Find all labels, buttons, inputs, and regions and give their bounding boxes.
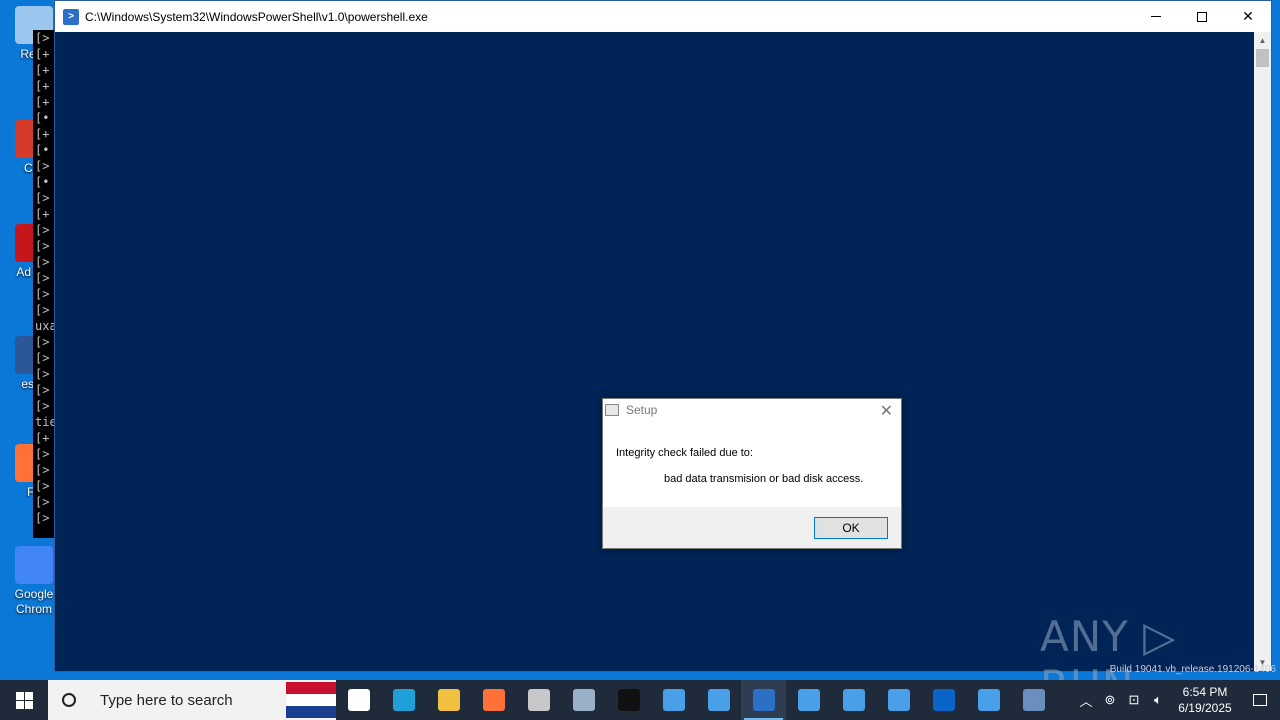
meet-now-icon[interactable]: ⊚ — [1098, 692, 1122, 708]
powershell-icon: > — [63, 8, 79, 25]
dialog-footer: OK — [603, 507, 901, 548]
window-icon — [842, 689, 865, 711]
outlook-icon — [932, 689, 955, 711]
taskbar-app-button[interactable] — [426, 680, 471, 720]
minimize-button[interactable] — [1133, 1, 1179, 32]
minimize-icon — [1151, 16, 1161, 17]
taskbar: Type here to search ︿ ⊚ ⊡ 🔈︎ 6:54 PM 6/1… — [0, 680, 1280, 720]
window-icon — [707, 689, 730, 711]
taskbar-app-button[interactable] — [651, 680, 696, 720]
close-button[interactable]: ✕ — [1225, 1, 1271, 32]
powershell-icon — [752, 689, 775, 711]
file-explorer-icon — [437, 689, 460, 711]
dialog-close-icon[interactable]: ✕ — [880, 401, 893, 421]
powershell-titlebar[interactable]: > C:\Windows\System32\WindowsPowerShell\… — [55, 1, 1271, 32]
desktop: RecyCClAd AcrestblFirGoogle Chrom [>[+[+… — [0, 0, 1280, 680]
window-icon — [662, 689, 685, 711]
maximize-icon — [1197, 11, 1207, 22]
taskbar-app-button[interactable] — [696, 680, 741, 720]
taskbar-app-button[interactable] — [921, 680, 966, 720]
dialog-titlebar[interactable]: Setup ✕ — [603, 399, 901, 421]
taskbar-app-button[interactable] — [606, 680, 651, 720]
clock[interactable]: 6:54 PM 6/19/2025 — [1170, 684, 1240, 716]
taskbar-app-button[interactable] — [741, 680, 786, 720]
cmd-icon — [617, 689, 640, 711]
taskbar-app-button[interactable] — [876, 680, 921, 720]
search-icon — [62, 693, 76, 707]
taskbar-app-button[interactable] — [381, 680, 426, 720]
setup-icon — [605, 404, 619, 416]
window-title: C:\Windows\System32\WindowsPowerShell\v1… — [85, 9, 428, 24]
notifications-button[interactable] — [1240, 680, 1280, 720]
ok-button[interactable]: OK — [814, 517, 888, 539]
close-icon: ✕ — [1242, 8, 1254, 24]
installer-icon — [1022, 689, 1045, 711]
window-icon — [977, 689, 1000, 711]
build-string: Build 19041.vb_release.191206-1406 — [1109, 664, 1276, 675]
scroll-thumb[interactable] — [1256, 49, 1269, 67]
taskbar-app-button[interactable] — [561, 680, 606, 720]
windows-logo-icon — [15, 691, 33, 709]
taskbar-app-button[interactable] — [1011, 680, 1056, 720]
taskbar-app-button[interactable] — [336, 680, 381, 720]
volume-icon[interactable]: 🔈︎ — [1146, 692, 1170, 708]
clock-time: 6:54 PM — [1182, 685, 1228, 699]
powershell-window[interactable]: > C:\Windows\System32\WindowsPowerShell\… — [54, 0, 1272, 672]
clock-date: 6/19/2025 — [1178, 701, 1232, 715]
setup-dialog: Setup ✕ Integrity check failed due to: b… — [602, 398, 902, 549]
dialog-title: Setup — [626, 403, 658, 417]
dialog-message-line1: Integrity check failed due to: — [616, 447, 753, 459]
taskbar-app-button[interactable] — [516, 680, 561, 720]
taskbar-app-button[interactable] — [786, 680, 831, 720]
window-icon — [797, 689, 820, 711]
firefox-icon — [482, 689, 505, 711]
taskbar-app-button[interactable] — [966, 680, 1011, 720]
network-tray-icon[interactable]: ⊡ — [1122, 692, 1146, 708]
window-icon — [887, 689, 910, 711]
vertical-scrollbar[interactable]: ▲ ▼ — [1254, 32, 1271, 671]
task-view-icon — [347, 689, 370, 711]
notification-icon — [1253, 694, 1267, 706]
start-button[interactable] — [0, 680, 48, 720]
desktop-app-icon — [15, 546, 53, 584]
dialog-message-line2: bad data transmision or bad disk access. — [664, 473, 864, 485]
taskbar-app-button[interactable] — [471, 680, 516, 720]
search-highlight-flag-icon[interactable] — [286, 682, 336, 718]
taskbar-app-button[interactable] — [831, 680, 876, 720]
search-box[interactable]: Type here to search — [48, 680, 336, 720]
show-hidden-icons-icon[interactable]: ︿ — [1074, 691, 1098, 710]
maximize-button[interactable] — [1179, 1, 1225, 32]
edge-icon — [392, 689, 415, 711]
scroll-up-icon[interactable]: ▲ — [1254, 32, 1271, 49]
network-icon — [572, 689, 595, 711]
search-placeholder: Type here to search — [100, 691, 233, 709]
tools-icon — [527, 689, 550, 711]
system-tray: ︿ ⊚ ⊡ 🔈︎ 6:54 PM 6/19/2025 — [1074, 680, 1280, 720]
